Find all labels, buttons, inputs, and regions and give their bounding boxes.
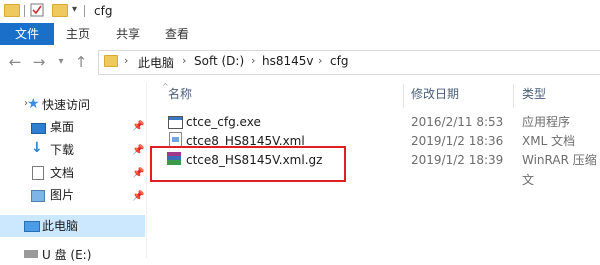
chevron-right-icon[interactable]: › [182, 54, 186, 67]
divider [84, 5, 85, 17]
download-icon: ↓ [31, 140, 43, 156]
file-date: 2019/1/2 18:39 [411, 153, 504, 167]
file-name[interactable]: ctce_cfg.exe [186, 112, 261, 132]
column-header-date[interactable]: 修改日期 [411, 84, 459, 104]
desktop-icon [31, 123, 46, 134]
computer-icon [24, 221, 40, 232]
pin-icon[interactable]: 📌 [132, 191, 144, 202]
pin-icon[interactable]: 📌 [132, 145, 144, 156]
tab-view[interactable]: 查看 [165, 23, 189, 45]
sidebar-item-desktop[interactable]: 桌面 [50, 117, 74, 137]
pane-divider [146, 82, 147, 258]
breadcrumb-current[interactable]: cfg [330, 54, 348, 68]
customize-toolbar-icon[interactable]: ▾ [72, 4, 77, 15]
chevron-right-icon[interactable]: › [251, 54, 255, 67]
folder-icon [104, 55, 118, 67]
sidebar-item-usb-drive[interactable]: U 盘 (E:) [42, 245, 91, 265]
tab-share[interactable]: 共享 [116, 23, 140, 45]
pin-icon[interactable]: 📌 [132, 168, 144, 179]
column-header-type[interactable]: 类型 [522, 84, 546, 104]
star-icon: ★ [27, 96, 40, 112]
divider [24, 5, 25, 17]
chevron-right-icon[interactable]: › [124, 54, 128, 67]
new-folder-icon[interactable] [52, 3, 68, 17]
chevron-right-icon[interactable]: › [318, 54, 322, 67]
column-divider[interactable] [513, 84, 514, 108]
column-divider[interactable] [403, 84, 404, 108]
sidebar-item-quick-access[interactable]: 快速访问 [42, 95, 90, 115]
sidebar-item-pictures[interactable]: 图片 [50, 185, 74, 205]
file-date: 2019/1/2 18:36 [411, 134, 504, 148]
folder-icon [4, 3, 20, 17]
pictures-icon [31, 190, 45, 202]
breadcrumb-folder[interactable]: hs8145v [262, 54, 314, 68]
file-type: 应用程序 [522, 115, 571, 129]
file-type: XML 文档 [522, 134, 576, 148]
forward-icon[interactable]: → [30, 53, 48, 71]
document-icon [32, 166, 44, 180]
file-date: 2016/2/11 8:53 [411, 115, 504, 129]
up-icon[interactable]: ↑ [72, 53, 90, 71]
properties-icon[interactable] [30, 3, 44, 17]
sidebar-item-downloads[interactable]: 下载 [50, 140, 74, 160]
back-icon[interactable]: ← [6, 53, 24, 71]
sidebar-item-documents[interactable]: 文档 [50, 163, 74, 183]
tab-home[interactable]: 主页 [66, 23, 90, 45]
window-title: cfg [94, 4, 113, 18]
recent-locations-icon[interactable]: ▾ [52, 53, 70, 71]
tab-file[interactable]: 文件 [0, 23, 54, 45]
file-type: WinRAR 压缩文 [522, 153, 597, 187]
breadcrumb-this-pc[interactable]: 此电脑 [138, 54, 174, 71]
column-header-name[interactable]: 名称 [168, 84, 192, 104]
title-bar [0, 0, 600, 23]
highlight-box [150, 146, 346, 182]
exe-icon [168, 116, 183, 129]
pin-icon[interactable]: 📌 [132, 121, 144, 132]
breadcrumb-drive[interactable]: Soft (D:) [194, 54, 244, 68]
drive-icon [24, 250, 38, 258]
sidebar-item-this-pc[interactable]: 此电脑 [42, 216, 78, 236]
